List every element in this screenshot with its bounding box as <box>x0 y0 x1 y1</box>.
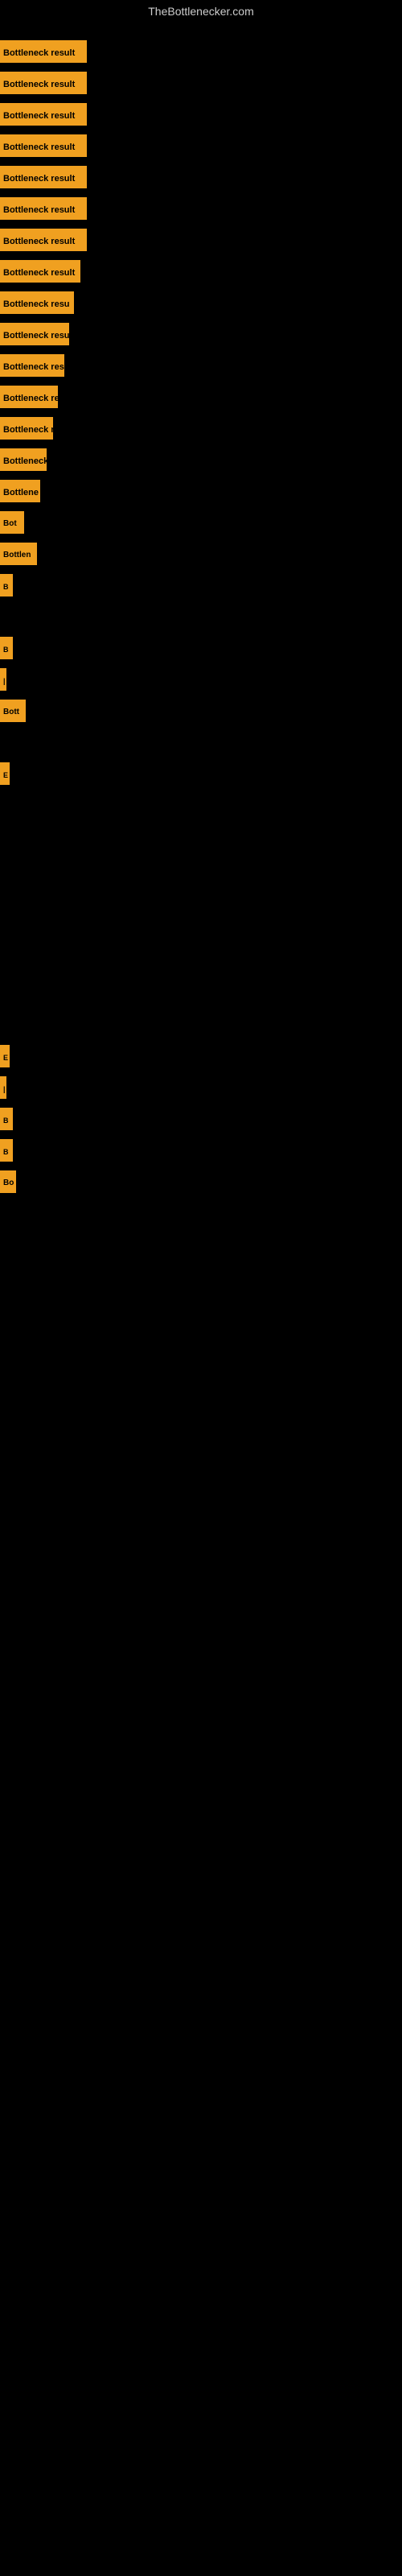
bar-row: B <box>0 574 13 597</box>
bottleneck-label: Bottleneck result <box>0 40 87 63</box>
bar-row: Bottleneck re <box>0 417 53 440</box>
bottleneck-label: Bot <box>0 511 24 534</box>
bar-row: Bottleneck result <box>0 197 87 220</box>
bottleneck-label: | <box>0 1076 6 1099</box>
bottleneck-label: Bottleneck resu <box>0 323 69 345</box>
bottleneck-label: Bottleneck result <box>0 103 87 126</box>
bottleneck-label: B <box>0 1139 13 1162</box>
bar-row: Bottleneck result <box>0 72 87 94</box>
bar-row: Bo <box>0 1170 16 1193</box>
bar-row: Bott <box>0 700 26 722</box>
bottleneck-label: Bottleneck result <box>0 260 80 283</box>
bar-row: Bottleneck result <box>0 260 80 283</box>
bottleneck-label: Bottleneck result <box>0 134 87 157</box>
bar-row: Bottleneck res <box>0 354 64 377</box>
bottleneck-label: E <box>0 762 10 785</box>
bottleneck-label: B <box>0 637 13 659</box>
bottleneck-label: B <box>0 1108 13 1130</box>
bar-row: Bottlene <box>0 480 40 502</box>
bar-row: Bottleneck result <box>0 103 87 126</box>
bottleneck-label: Bottleneck result <box>0 72 87 94</box>
bar-row: | <box>0 1076 6 1099</box>
bar-row: Bottleneck result <box>0 166 87 188</box>
bar-row: Bottleneck resu <box>0 291 74 314</box>
bottleneck-label: Bottlene <box>0 480 40 502</box>
bottleneck-label: Bott <box>0 700 26 722</box>
bar-row: B <box>0 1139 13 1162</box>
bar-row: Bottleneck r <box>0 448 47 471</box>
bottleneck-label: Bottleneck resu <box>0 291 74 314</box>
bottleneck-label: B <box>0 574 13 597</box>
bottleneck-label: Bottleneck re <box>0 386 58 408</box>
bar-row: Bottleneck re <box>0 386 58 408</box>
bottleneck-label: Bottleneck result <box>0 229 87 251</box>
bottleneck-label: Bottlen <box>0 543 37 565</box>
bottleneck-label: Bottleneck result <box>0 197 87 220</box>
bottleneck-label: Bottleneck result <box>0 166 87 188</box>
bottleneck-label: Bottleneck r <box>0 448 47 471</box>
bar-row: | <box>0 668 6 691</box>
bar-row: E <box>0 762 10 785</box>
site-title: TheBottlenecker.com <box>0 0 402 23</box>
bar-row: Bottleneck resu <box>0 323 69 345</box>
bar-row: E <box>0 1045 10 1067</box>
bar-row: Bot <box>0 511 24 534</box>
bar-row: B <box>0 637 13 659</box>
bar-row: Bottlen <box>0 543 37 565</box>
bar-row: B <box>0 1108 13 1130</box>
bar-row: Bottleneck result <box>0 134 87 157</box>
bottleneck-label: Bo <box>0 1170 16 1193</box>
bottleneck-label: E <box>0 1045 10 1067</box>
bottleneck-label: | <box>0 668 6 691</box>
bar-row: Bottleneck result <box>0 229 87 251</box>
bar-row: Bottleneck result <box>0 40 87 63</box>
bottleneck-label: Bottleneck re <box>0 417 53 440</box>
bottleneck-label: Bottleneck res <box>0 354 64 377</box>
